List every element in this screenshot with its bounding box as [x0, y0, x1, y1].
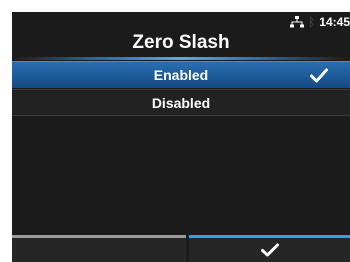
bottom-bar — [12, 235, 350, 262]
option-label: Enabled — [153, 67, 209, 83]
back-button[interactable] — [12, 235, 186, 262]
page-title: Zero Slash — [132, 32, 230, 53]
title-underline — [12, 57, 350, 60]
printer-display: ᛒ 14:45 Zero Slash Enabled Disabled — [12, 12, 350, 262]
checkmark-icon — [260, 243, 279, 257]
option-list: Enabled Disabled — [12, 61, 350, 116]
screen: ᛒ 14:45 Zero Slash Enabled Disabled — [0, 0, 350, 262]
network-icon — [290, 16, 305, 28]
option-label: Disabled — [151, 95, 211, 111]
option-enabled[interactable]: Enabled — [12, 61, 350, 88]
bluetooth-icon: ᛒ — [308, 15, 316, 29]
option-disabled[interactable]: Disabled — [12, 89, 350, 116]
status-bar: ᛒ 14:45 — [290, 12, 350, 32]
checkmark-icon — [310, 68, 328, 83]
clock: 14:45 — [319, 15, 350, 29]
confirm-button[interactable] — [189, 235, 350, 262]
